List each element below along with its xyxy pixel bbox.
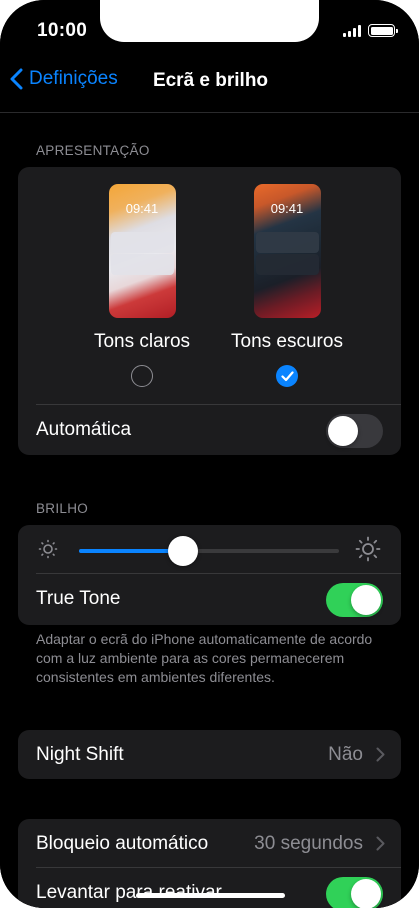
home-indicator bbox=[136, 893, 285, 898]
chevron-right-icon bbox=[376, 836, 385, 851]
brightness-card: True Tone bbox=[18, 525, 401, 625]
appearance-header: APRESENTAÇÃO bbox=[36, 143, 150, 158]
phone-frame: 10:00 Definições Ecrã e brilho APRESENTA… bbox=[0, 0, 419, 908]
light-label: Tons claros bbox=[93, 331, 191, 352]
automatic-label: Automática bbox=[36, 419, 132, 440]
dark-appearance-option[interactable]: 09:41 Tons escuros bbox=[212, 167, 362, 387]
night-shift-row[interactable]: Night Shift Não bbox=[18, 730, 401, 779]
preview-time: 09:41 bbox=[125, 201, 159, 216]
status-time: 10:00 bbox=[37, 20, 88, 41]
dark-preview: 09:41 bbox=[253, 184, 321, 318]
nav-divider bbox=[0, 112, 419, 113]
cellular-signal-icon bbox=[343, 24, 361, 37]
raise-to-wake-row: Levantar para reativar bbox=[18, 868, 401, 908]
nav-bar: Definições Ecrã e brilho bbox=[0, 60, 419, 104]
battery-icon bbox=[368, 24, 398, 37]
brightness-header: BRILHO bbox=[36, 501, 89, 516]
night-shift-label: Night Shift bbox=[36, 744, 124, 765]
sun-small-icon bbox=[38, 539, 58, 559]
auto-lock-row[interactable]: Bloqueio automático 30 segundos bbox=[18, 819, 401, 869]
chevron-right-icon bbox=[376, 747, 385, 762]
auto-lock-label: Bloqueio automático bbox=[36, 833, 209, 854]
light-appearance-option[interactable]: 09:41 Tons claros bbox=[67, 167, 217, 387]
light-preview: 09:41 bbox=[108, 184, 176, 318]
true-tone-label: True Tone bbox=[36, 588, 121, 609]
light-radio[interactable] bbox=[131, 365, 153, 387]
true-tone-row: True Tone bbox=[18, 574, 401, 624]
sun-large-icon bbox=[355, 536, 381, 562]
status-icons bbox=[343, 24, 398, 37]
true-tone-toggle[interactable] bbox=[326, 583, 383, 617]
dark-radio[interactable] bbox=[276, 365, 298, 387]
page-title: Ecrã e brilho bbox=[152, 70, 269, 91]
true-tone-footnote: Adaptar o ecrã do iPhone automaticamente… bbox=[36, 631, 373, 685]
raise-to-wake-toggle[interactable] bbox=[326, 877, 383, 908]
brightness-slider-knob[interactable] bbox=[168, 536, 198, 566]
notch bbox=[100, 0, 319, 42]
brightness-slider[interactable] bbox=[79, 536, 339, 566]
appearance-card: 09:41 Tons claros 09:41 Tons escuros Aut… bbox=[18, 167, 401, 455]
preview-time: 09:41 bbox=[270, 201, 304, 216]
night-shift-value: Não bbox=[328, 744, 363, 765]
settings-screen: 10:00 Definições Ecrã e brilho APRESENTA… bbox=[0, 0, 419, 908]
dark-label: Tons escuros bbox=[231, 331, 343, 352]
automatic-row: Automática bbox=[18, 405, 401, 455]
auto-lock-value: 30 segundos bbox=[254, 833, 363, 854]
checkmark-icon bbox=[280, 370, 294, 381]
automatic-toggle[interactable] bbox=[326, 414, 383, 448]
